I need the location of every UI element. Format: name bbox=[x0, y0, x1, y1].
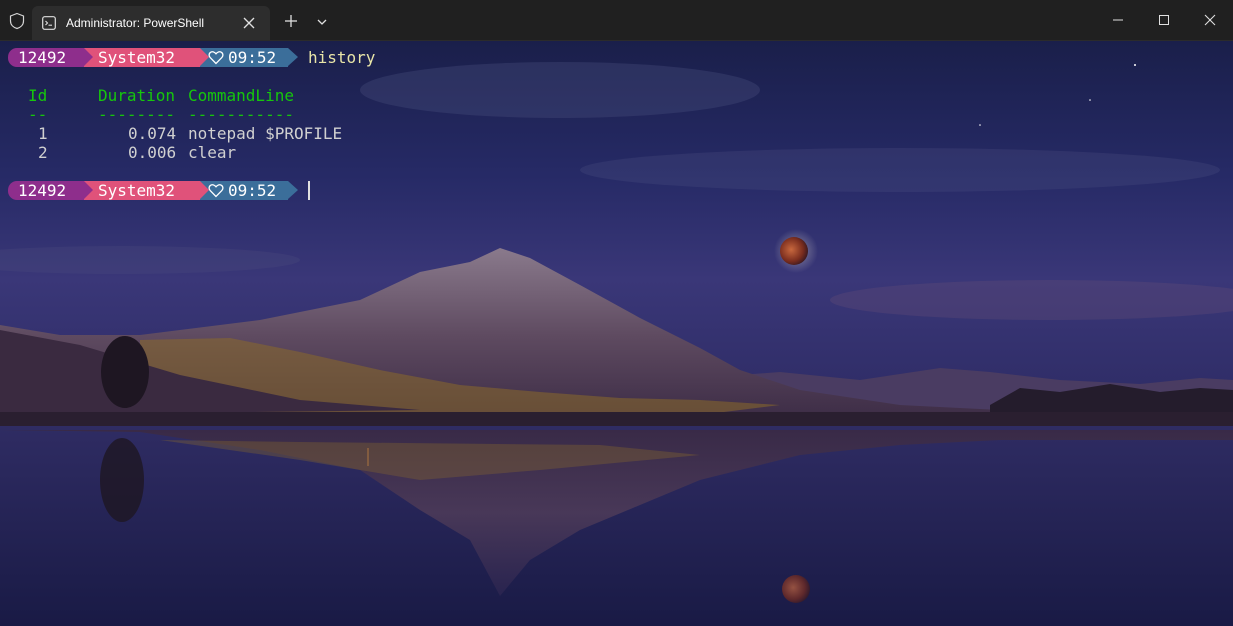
minimize-icon bbox=[1113, 19, 1123, 21]
tab-title: Administrator: PowerShell bbox=[66, 16, 205, 30]
time-text: 09:52 bbox=[228, 48, 277, 67]
table-header-commandline: CommandLine bbox=[188, 86, 294, 105]
row-id: 1 bbox=[38, 124, 48, 143]
plus-icon[interactable] bbox=[284, 14, 298, 28]
pid-text: 12492 bbox=[18, 48, 67, 67]
command-text: history bbox=[308, 48, 376, 67]
heart-icon bbox=[208, 184, 224, 198]
close-window-button[interactable] bbox=[1187, 0, 1233, 40]
table-underline-duration: -------- bbox=[98, 105, 176, 124]
heart-icon bbox=[208, 51, 224, 65]
table-underline-commandline: ----------- bbox=[188, 105, 294, 124]
text-cursor bbox=[308, 181, 310, 200]
table-header-duration: Duration bbox=[98, 86, 176, 105]
table-header-id: Id bbox=[28, 86, 48, 105]
maximize-icon bbox=[1159, 15, 1169, 25]
maximize-button[interactable] bbox=[1141, 0, 1187, 40]
segment-separator bbox=[84, 181, 93, 199]
segment-end bbox=[288, 181, 298, 199]
row-duration: 0.006 bbox=[128, 143, 177, 162]
pid-segment: 12492 bbox=[8, 181, 84, 200]
minimize-button[interactable] bbox=[1095, 0, 1141, 40]
row-id: 2 bbox=[38, 143, 48, 162]
close-icon bbox=[1204, 14, 1216, 26]
segment-end bbox=[288, 48, 298, 66]
time-text: 09:52 bbox=[228, 181, 277, 200]
row-commandline: clear bbox=[188, 143, 237, 162]
title-bar: Administrator: PowerShell bbox=[0, 0, 1233, 41]
tab-powershell[interactable]: Administrator: PowerShell bbox=[32, 6, 270, 40]
segment-separator bbox=[84, 48, 93, 66]
terminal-window: Administrator: PowerShell 12492 System32… bbox=[0, 0, 1233, 626]
chevron-down-icon[interactable] bbox=[316, 17, 328, 27]
terminal-icon bbox=[42, 16, 56, 30]
dir-text: System32 bbox=[98, 181, 176, 200]
table-underline-id: -- bbox=[28, 105, 48, 124]
pid-text: 12492 bbox=[18, 181, 67, 200]
terminal-output[interactable]: 12492 System32 09:52 history Id Duration… bbox=[0, 40, 1233, 626]
shield-icon bbox=[9, 12, 25, 30]
pid-segment: 12492 bbox=[8, 48, 84, 67]
row-duration: 0.074 bbox=[128, 124, 177, 143]
row-commandline: notepad $PROFILE bbox=[188, 124, 343, 143]
close-tab-icon[interactable] bbox=[242, 16, 256, 30]
dir-text: System32 bbox=[98, 48, 176, 67]
